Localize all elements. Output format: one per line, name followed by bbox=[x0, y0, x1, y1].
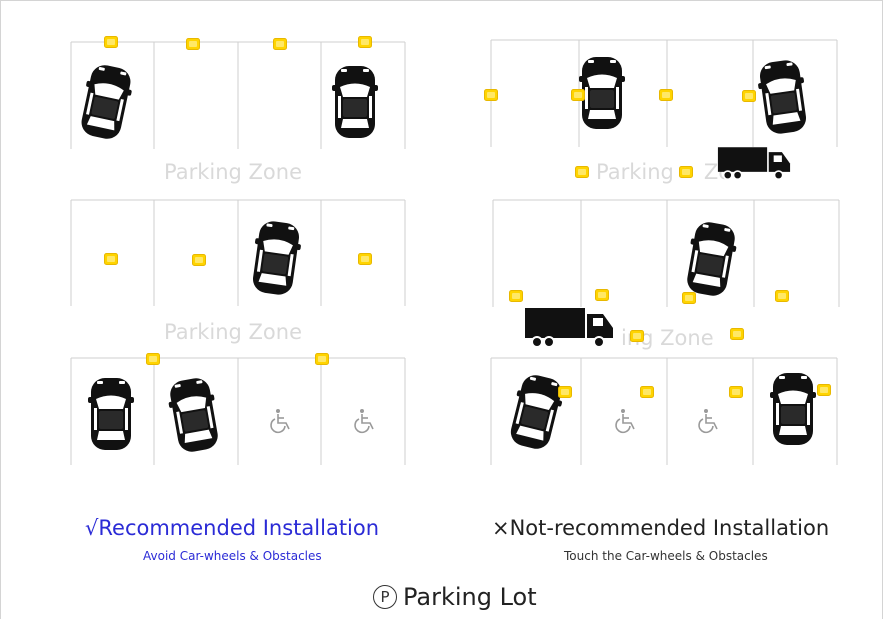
not-recommended-title: ×Not-recommended Installation bbox=[492, 516, 830, 540]
zone-label-left-1: Parking Zone bbox=[164, 160, 302, 184]
sensor-icon bbox=[509, 290, 523, 302]
sensor-icon bbox=[640, 386, 654, 398]
car-icon bbox=[76, 62, 136, 142]
recommended-subtitle: Avoid Car-wheels & Obstacles bbox=[143, 549, 322, 563]
sensor-icon bbox=[742, 90, 756, 102]
car-icon bbox=[682, 219, 740, 299]
car-icon bbox=[770, 373, 816, 445]
truck-icon bbox=[524, 307, 614, 348]
truck-icon bbox=[717, 146, 791, 181]
sensor-icon bbox=[104, 36, 118, 48]
zone-label-right-1: Parking Zo bbox=[596, 160, 731, 184]
parking-icon: P bbox=[373, 585, 397, 609]
car-icon bbox=[88, 378, 134, 450]
recommended-title: √Recommended Installation bbox=[85, 516, 380, 540]
footer-title: Parking Lot bbox=[403, 583, 537, 611]
sensor-icon bbox=[682, 292, 696, 304]
not-recommended-subtitle: Touch the Car-wheels & Obstacles bbox=[564, 549, 768, 563]
zone-label-left-2: Parking Zone bbox=[164, 320, 302, 344]
sensor-icon bbox=[659, 89, 673, 101]
footer: P Parking Lot bbox=[373, 583, 537, 611]
car-icon bbox=[755, 58, 811, 136]
sensor-icon bbox=[484, 89, 498, 101]
car-icon bbox=[504, 371, 568, 453]
diagram-frame: Parking Zone Parking Zone Parking Zo ing… bbox=[0, 0, 883, 619]
wheelchair-icon bbox=[270, 408, 290, 434]
sensor-icon bbox=[630, 330, 644, 342]
sensor-icon bbox=[571, 89, 585, 101]
sensor-icon bbox=[730, 328, 744, 340]
sensor-icon bbox=[146, 353, 160, 365]
sensor-icon bbox=[358, 253, 372, 265]
car-icon bbox=[248, 219, 304, 297]
sensor-icon bbox=[315, 353, 329, 365]
sensor-icon bbox=[358, 36, 372, 48]
wheelchair-icon bbox=[615, 408, 635, 434]
wheelchair-icon bbox=[698, 408, 718, 434]
sensor-icon bbox=[558, 386, 572, 398]
sensor-icon bbox=[817, 384, 831, 396]
sensor-icon bbox=[273, 38, 287, 50]
sensor-icon bbox=[186, 38, 200, 50]
car-icon bbox=[579, 57, 625, 129]
sensor-icon bbox=[729, 386, 743, 398]
sensor-icon bbox=[679, 166, 693, 178]
sensor-icon bbox=[104, 253, 118, 265]
sensor-icon bbox=[595, 289, 609, 301]
left-row-2-lot bbox=[70, 199, 406, 306]
sensor-icon bbox=[775, 290, 789, 302]
sensor-icon bbox=[192, 254, 206, 266]
car-icon bbox=[165, 375, 223, 455]
sensor-icon bbox=[575, 166, 589, 178]
car-icon bbox=[332, 66, 378, 138]
wheelchair-icon bbox=[354, 408, 374, 434]
